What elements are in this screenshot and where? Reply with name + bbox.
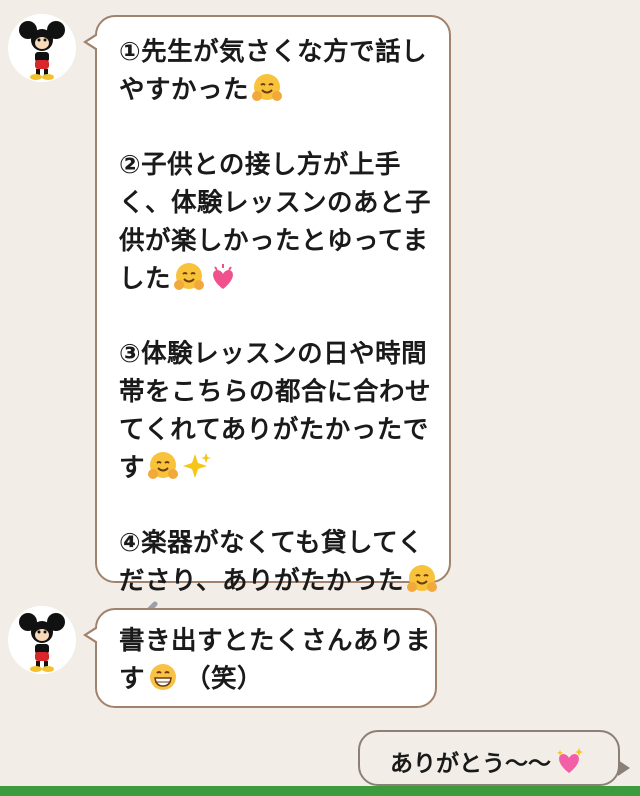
sparkles-icon [181,450,213,482]
message-line: す [119,453,146,484]
sparkling-heart-icon [553,745,585,777]
message-line: した [119,264,172,295]
message-line: 書き出すとたくさんありま [119,626,432,656]
hugging-face-icon [406,563,438,595]
message-text: ありがとう〜〜 [390,751,551,777]
message-bubble-followup[interactable]: 書き出すとたくさんありま す （笑） [83,608,437,708]
message-line: 帯をこちらの都合に合わせ [119,376,432,407]
message-line: てくれてありがたかったで [119,415,429,445]
message-bubble-feedback[interactable]: ①先生が気さくな方で話し やすかった ②子供との接し方が上手 く、体験レッスンの… [83,15,451,639]
message-line: ③体験レッスンの日や時間 [119,338,428,369]
sender-avatar[interactable] [8,606,76,674]
message-line: ②子供との接し方が上手 [119,149,401,180]
message-line: ①先生が気さくな方で話し [119,37,428,67]
grinning-face-icon [147,661,179,693]
hugging-face-icon [147,450,179,482]
mickey-avatar-icon [19,613,65,672]
laugh-suffix: （笑） [185,664,264,695]
growing-heart-icon [207,261,239,293]
feedback-paragraph-3: ③体験レッスンの日や時間 帯をこちらの都合に合わせ てくれてありがたかったで す [119,335,431,488]
message-bubble-thanks[interactable]: ありがとう〜〜 [358,730,630,786]
message-line: ださり、ありがたかった [119,565,404,596]
hugging-face-icon [173,261,205,293]
hugging-face-icon [251,72,283,104]
message-line: す [119,664,146,695]
mickey-avatar-icon [19,21,65,80]
message-line: く、体験レッスンのあと子 [119,187,432,218]
bottom-decoration-bar [0,786,640,796]
sender-avatar[interactable] [8,14,76,82]
feedback-paragraph-2: ②子供との接し方が上手 く、体験レッスンのあと子 供が楽しかったとゆってま した [119,146,431,299]
message-line: 供が楽しかったとゆってま [119,226,429,256]
message-line: ④楽器がなくても貸してく [119,527,424,558]
feedback-paragraph-1: ①先生が気さくな方で話し やすかった [119,33,431,110]
message-line: やすかった [119,75,250,106]
